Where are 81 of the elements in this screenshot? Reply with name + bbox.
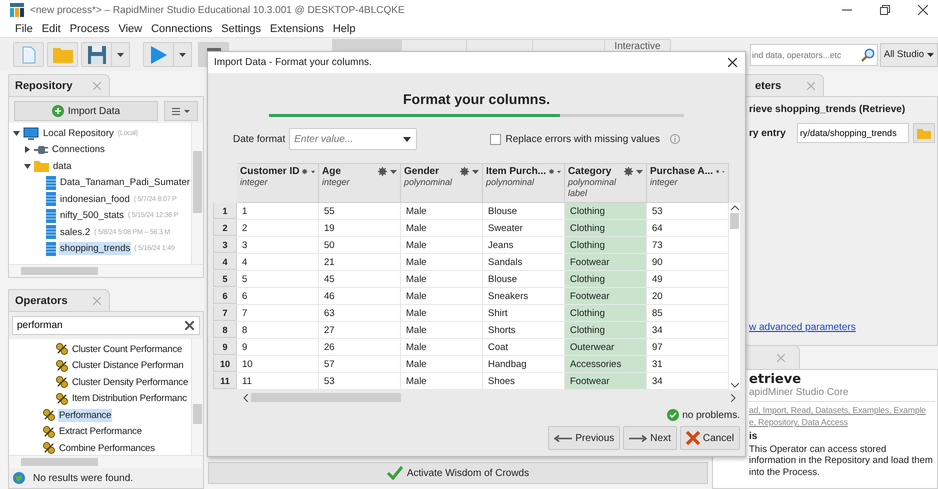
row-number: 8 [213,322,237,338]
column-name: Purchase A... [650,166,713,177]
table-cell: 2 [237,220,319,236]
column-name: Age [322,166,342,177]
table-cell: Footwear [565,288,647,304]
dialog-title: Import Data - Format your columns. [214,57,372,68]
table-cell: Clothing [565,305,647,321]
table-cell: 9 [237,339,319,355]
column-name: Category [568,166,612,177]
window-title: <new process*> – RapidMiner Studio Educational 10.3.001 @ DESKTOP-4BLCQKE [30,4,405,16]
row-number: 11 [213,373,237,389]
column-type: integer [650,177,679,188]
table-cell: Accessories [565,356,647,372]
dialog-heading: Format your columns. [402,91,552,107]
table-cell: 26 [319,339,401,355]
table-cell: 10 [237,356,319,372]
table-cell: 46 [319,288,401,304]
table-cell: 6 [237,288,319,304]
row-number: 7 [213,305,237,321]
table-cell: Clothing [565,203,647,219]
table-cell: Clothing [565,237,647,253]
table-cell: 3 [237,237,319,253]
row-number: 1 [213,203,237,219]
table-cell: 53 [319,373,401,389]
table-cell: Male [401,203,483,219]
table-cell: Footwear [565,254,647,270]
table-cell: 55 [319,203,401,219]
status-text: No results were found. [33,472,134,484]
table-cell: Clothing [565,322,647,338]
row-number: 9 [213,339,237,355]
parameter-label: ry entry [749,128,787,138]
operator-description: This Operator can access stored information in the Repository and load them into the Process. [749,444,934,478]
table-cell: 27 [319,322,401,338]
column-name: Gender [404,166,440,177]
table-cell: Footwear [565,373,647,389]
table-cell: 5 [237,271,319,287]
table-cell: 7 [237,305,319,321]
table-cell: 11 [237,373,319,389]
column-type: polynominal [486,177,536,188]
table-cell: 57 [319,356,401,372]
table-cell: Male [401,220,483,236]
row-number: 4 [213,254,237,270]
operator-source: apidMiner Studio Core [749,387,935,402]
table-cell: Male [401,271,483,287]
section-heading: is [749,431,758,442]
checkbox-label: Replace errors with missing values [505,134,660,144]
row-number: 6 [213,288,237,304]
column-type: integer [322,177,351,188]
table-cell: Clothing [565,271,647,287]
column-type: polynominal [568,177,618,188]
table-cell: Male [401,288,483,304]
table-cell: Male [401,237,483,253]
table-cell: 45 [319,271,401,287]
table-cell: 50 [319,237,401,253]
table-cell: 63 [319,305,401,321]
column-type: integer [240,177,269,188]
table-cell: 4 [237,254,319,270]
table-cell: Male [401,322,483,338]
table-cell: Male [401,339,483,355]
column-type: polynominal [404,177,454,188]
table-cell: Male [401,254,483,270]
date-format-label: Date format [233,134,286,144]
column-name: Item Purch... [486,166,546,177]
column-name: Customer ID [240,166,300,177]
table-cell: 8 [237,322,319,338]
operator-title: etrieve [749,372,802,387]
validation-status: no problems. [682,410,740,420]
row-number: 10 [213,356,237,372]
table-cell: Male [401,373,483,389]
table-cell: Male [401,305,483,321]
row-number: 2 [213,220,237,236]
table-cell: Clothing [565,220,647,236]
column-role: label [568,188,588,199]
row-number: 3 [213,237,237,253]
table-cell: 1 [237,203,319,219]
operator-name: rieve shopping_trends (Retrieve) [749,102,906,116]
table-cell: 21 [319,254,401,270]
row-number: 5 [213,271,237,287]
table-cell: Outerwear [565,339,647,355]
table-cell: 19 [319,220,401,236]
table-cell: Male [401,356,483,372]
